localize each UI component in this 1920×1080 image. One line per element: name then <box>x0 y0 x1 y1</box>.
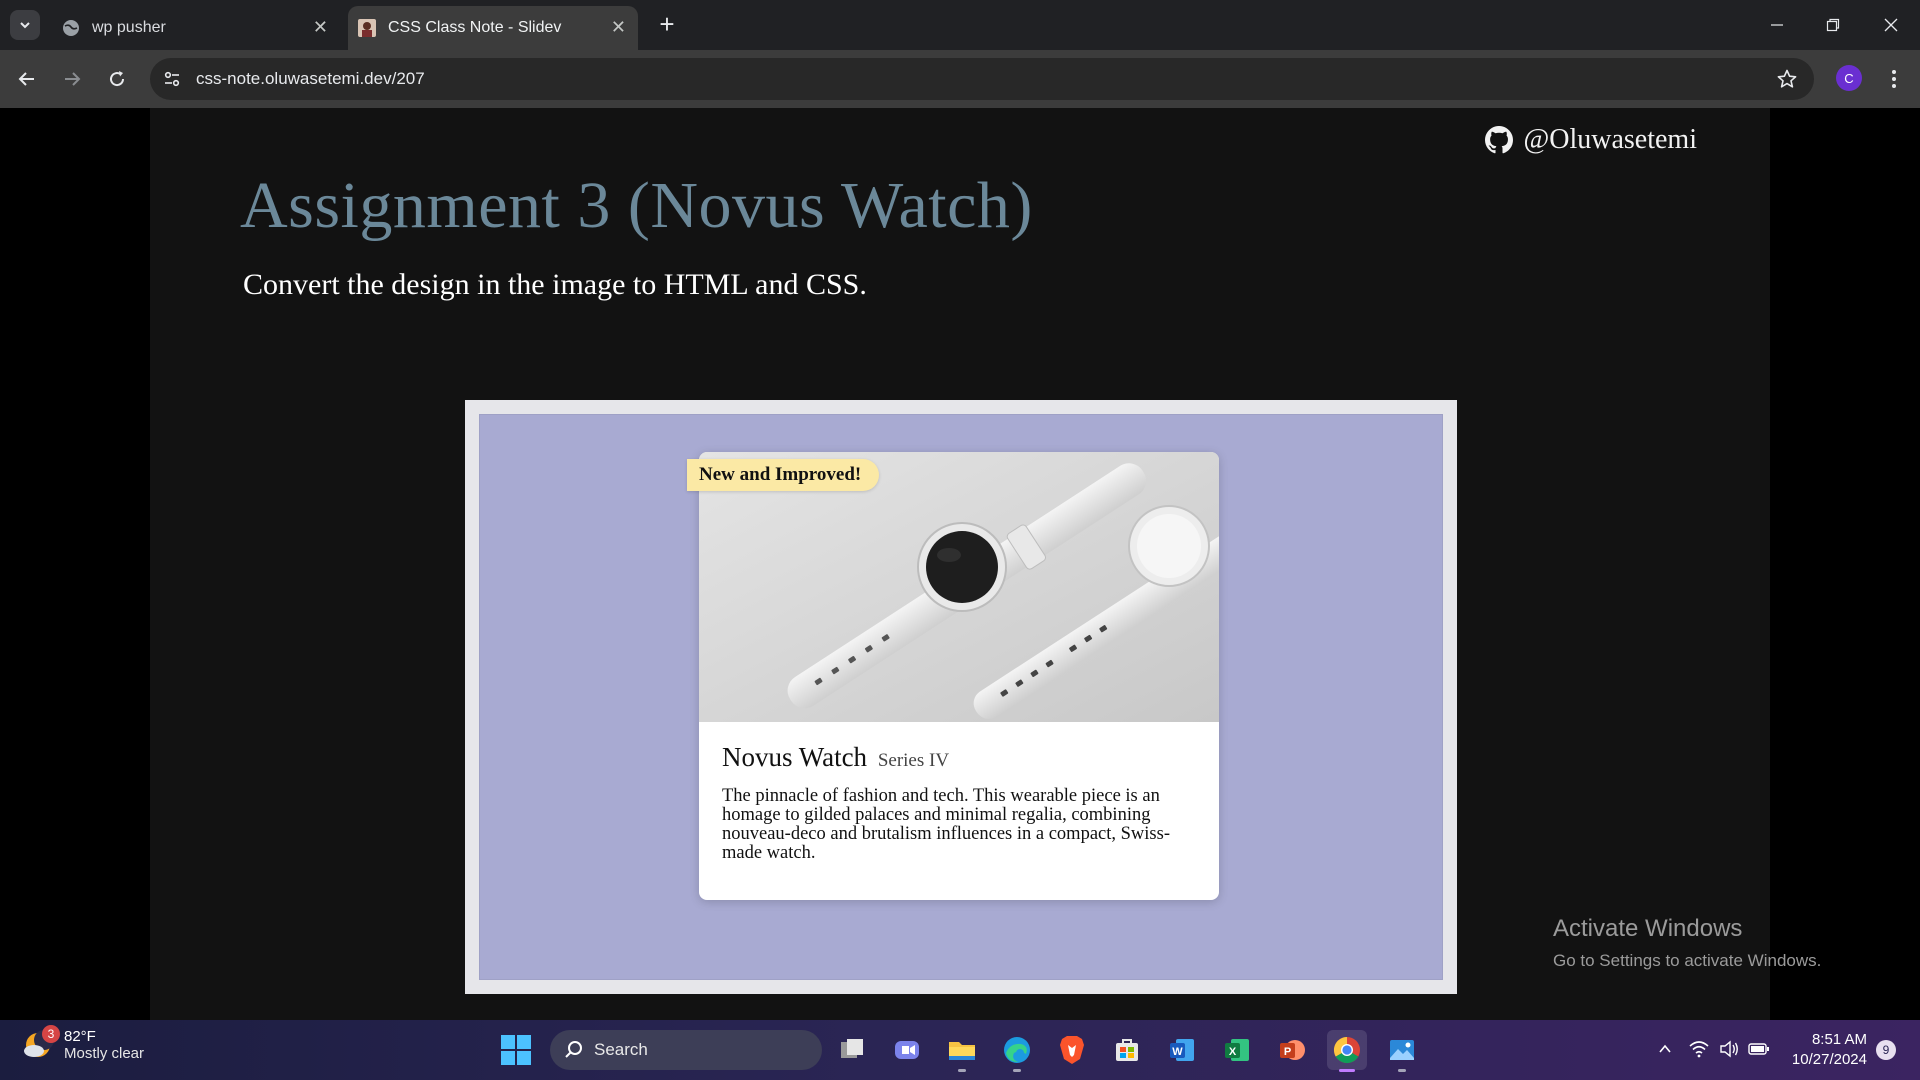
watch-product-image <box>699 452 1219 722</box>
teams-icon[interactable] <box>887 1030 927 1070</box>
restore-button[interactable] <box>1804 0 1862 50</box>
search-icon <box>565 1041 582 1058</box>
product-name: Novus Watch <box>722 742 868 772</box>
site-settings-icon[interactable] <box>162 69 182 89</box>
weather-temp: 82°F <box>64 1028 96 1045</box>
running-indicator <box>958 1069 966 1072</box>
running-indicator <box>1013 1069 1021 1072</box>
product-card: Novus Watch Series IV The pinnacle of fa… <box>699 452 1219 900</box>
activate-windows-watermark: Activate Windows Go to Settings to activ… <box>1553 915 1821 971</box>
profile-avatar[interactable]: C <box>1836 65 1862 91</box>
running-indicator <box>1398 1069 1406 1072</box>
close-icon <box>1884 18 1898 32</box>
minimize-icon <box>1771 24 1783 26</box>
address-bar[interactable]: css-note.oluwasetemi.dev/207 <box>150 58 1814 100</box>
windows-logo-icon <box>501 1035 531 1065</box>
reload-icon <box>110 71 125 87</box>
minimize-button[interactable] <box>1748 0 1806 50</box>
excel-icon[interactable]: X <box>1217 1030 1257 1070</box>
close-tab-icon[interactable]: ✕ <box>313 18 328 36</box>
tab-strip: wp pusher ✕ CSS Class Note - Slidev ✕ + <box>0 0 1920 50</box>
show-hidden-icons-button[interactable] <box>1654 1038 1676 1060</box>
design-image-canvas: Novus Watch Series IV The pinnacle of fa… <box>479 414 1443 980</box>
svg-text:X: X <box>1229 1046 1237 1058</box>
wifi-icon[interactable] <box>1688 1038 1710 1060</box>
weather-moon-icon: 3 <box>22 1025 60 1061</box>
arrow-left-icon <box>18 72 34 86</box>
svg-text:W: W <box>1172 1046 1183 1058</box>
task-view-icon[interactable] <box>832 1030 872 1070</box>
powerpoint-icon[interactable]: P <box>1272 1030 1312 1070</box>
menu-button[interactable] <box>1882 65 1906 93</box>
restore-icon <box>1826 18 1840 32</box>
more-vert-icon <box>1892 70 1896 88</box>
chevron-up-icon <box>1659 1044 1671 1053</box>
new-tab-button[interactable]: + <box>652 10 682 40</box>
forward-button[interactable] <box>56 63 88 95</box>
weather-widget[interactable]: 3 82°F Mostly clear <box>22 1025 145 1062</box>
back-button[interactable] <box>11 63 43 95</box>
photos-icon[interactable] <box>1382 1030 1422 1072</box>
weather-badge: 3 <box>42 1025 60 1043</box>
taskbar-search[interactable]: Search <box>550 1030 822 1070</box>
card-body: Novus Watch Series IV The pinnacle of fa… <box>722 742 1202 863</box>
handle-text: @Oluwasetemi <box>1523 124 1697 155</box>
store-icon[interactable] <box>1107 1030 1147 1070</box>
battery-icon[interactable] <box>1748 1038 1770 1060</box>
search-placeholder: Search <box>594 1040 648 1059</box>
close-tab-icon[interactable]: ✕ <box>611 18 626 36</box>
close-window-button[interactable] <box>1862 0 1920 50</box>
design-image-frame: Novus Watch Series IV The pinnacle of fa… <box>465 400 1457 994</box>
product-description: The pinnacle of fashion and tech. This w… <box>722 786 1170 863</box>
watermark-subtitle: Go to Settings to activate Windows. <box>1553 951 1822 970</box>
notification-count-badge[interactable]: 9 <box>1876 1040 1896 1060</box>
taskbar: 3 82°F Mostly clear Search W X P 8:51 AM… <box>0 1020 1920 1080</box>
browser-toolbar: css-note.oluwasetemi.dev/207 C <box>0 50 1920 108</box>
weather-condition: Mostly clear <box>64 1045 145 1062</box>
product-series: Series IV <box>877 750 950 771</box>
reload-button[interactable] <box>101 63 133 95</box>
tab-search-button[interactable] <box>10 10 40 40</box>
github-icon <box>1485 126 1514 154</box>
start-button[interactable] <box>500 1034 532 1066</box>
word-icon[interactable]: W <box>1162 1030 1202 1070</box>
globe-icon <box>62 19 80 37</box>
active-indicator <box>1339 1069 1355 1072</box>
clock-time: 8:51 AM <box>1811 1031 1867 1048</box>
tab-css-class-note[interactable]: CSS Class Note - Slidev ✕ <box>348 6 638 50</box>
avatar-favicon-icon <box>358 19 376 37</box>
tab-title: CSS Class Note - Slidev <box>388 19 562 36</box>
watermark-title: Activate Windows <box>1553 915 1743 942</box>
product-title: Novus Watch Series IV <box>722 742 1202 773</box>
chrome-icon[interactable] <box>1327 1030 1367 1072</box>
tab-wp-pusher[interactable]: wp pusher ✕ <box>50 6 340 50</box>
clock[interactable]: 8:51 AM 10/27/2024 <box>1782 1030 1867 1070</box>
page-viewport: @Oluwasetemi Assignment 3 (Novus Watch) … <box>0 108 1920 1020</box>
file-explorer-icon[interactable] <box>942 1030 982 1072</box>
volume-icon[interactable] <box>1718 1038 1740 1060</box>
bookmark-star-icon[interactable] <box>1776 68 1798 90</box>
slide-subtitle: Convert the design in the image to HTML … <box>243 268 867 301</box>
arrow-right-icon <box>65 72 81 86</box>
url-text[interactable]: css-note.oluwasetemi.dev/207 <box>196 69 425 89</box>
slide-title: Assignment 3 (Novus Watch) <box>240 169 1033 242</box>
edge-icon[interactable] <box>997 1030 1037 1072</box>
slide: @Oluwasetemi Assignment 3 (Novus Watch) … <box>150 108 1770 1020</box>
new-badge: New and Improved! <box>687 459 880 491</box>
tab-title: wp pusher <box>92 19 166 36</box>
clock-date: 10/27/2024 <box>1791 1051 1867 1068</box>
chevron-down-icon <box>20 22 30 29</box>
github-handle[interactable]: @Oluwasetemi <box>1485 124 1697 156</box>
svg-text:P: P <box>1284 1046 1291 1058</box>
brave-icon[interactable] <box>1052 1030 1092 1070</box>
